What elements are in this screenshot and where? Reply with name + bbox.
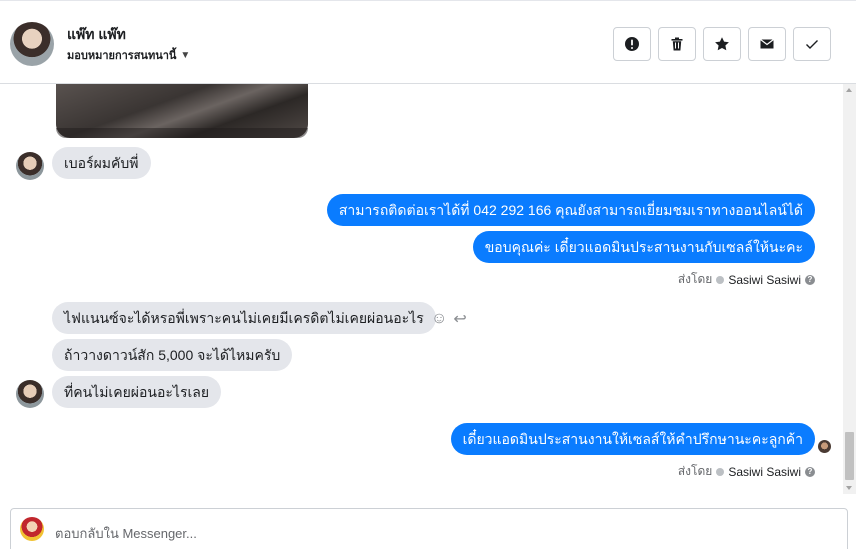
star-button[interactable] [703, 27, 741, 61]
page-badge-icon [716, 275, 725, 284]
message-thread[interactable]: เบอร์ผมคับพี่ สามารถติดต่อเราได้ที่ 042 … [0, 84, 842, 494]
thread-scrollbar[interactable] [843, 84, 856, 494]
reply-icon[interactable]: ↩ [453, 309, 466, 329]
assign-label: มอบหมายการสนทนานี้ [67, 50, 177, 62]
incoming-message[interactable]: ถ้าวางดาวน์สัก 5,000 จะได้ไหมครับ [52, 339, 293, 371]
delete-button[interactable] [658, 27, 696, 61]
contact-avatar[interactable] [10, 22, 54, 66]
check-icon [806, 40, 818, 49]
scrollbar-thumb[interactable] [845, 432, 854, 480]
star-icon [715, 37, 729, 51]
contact-name[interactable]: แพ๊ท แพ๊ท [67, 24, 126, 46]
incoming-message[interactable]: ที่คนไม่เคยผ่อนอะไรเลย [52, 376, 222, 408]
header-actions [613, 27, 831, 61]
report-button[interactable] [613, 27, 651, 61]
help-icon[interactable]: ? [805, 466, 815, 477]
outgoing-message[interactable]: ขอบคุณค่ะ เดี๋ยวแอดมินประสานงานกับเซลล์ใ… [472, 231, 815, 263]
outgoing-message[interactable]: เดี๋ยวแอดมินประสานงานให้เซลส์ให้คำปรึกษา… [450, 423, 815, 455]
reply-input[interactable]: ตอบกลับใน Messenger... [55, 523, 197, 544]
incoming-message[interactable]: ไฟแนนซ์จะได้หรอพี่เพราะคนไม่เคยมีเครดิตไ… [52, 302, 436, 334]
sent-by-name[interactable]: Sasiwi Sasiwi [728, 465, 801, 479]
conversation-header: แพ๊ท แพ๊ท มอบหมายการสนทนานี้ ▼ [0, 0, 856, 84]
sent-by-name[interactable]: Sasiwi Sasiwi [728, 273, 801, 287]
scroll-down-arrow-icon[interactable] [846, 486, 852, 490]
scroll-up-arrow-icon[interactable] [846, 88, 852, 92]
page-avatar [20, 517, 44, 541]
trash-icon [671, 37, 683, 51]
message-tools: ☺ ↩ [431, 309, 467, 329]
smiley-icon[interactable]: ☺ [431, 310, 447, 328]
shared-photo[interactable] [56, 84, 308, 138]
reply-composer[interactable]: ตอบกลับใน Messenger... [10, 508, 848, 549]
seen-avatar-icon [818, 440, 831, 453]
sent-by-label: ส่งโดย [677, 464, 713, 478]
mark-unread-button[interactable] [748, 27, 786, 61]
sender-avatar[interactable] [16, 380, 44, 408]
page-badge-icon [716, 467, 725, 476]
incoming-message[interactable]: เบอร์ผมคับพี่ [52, 147, 151, 179]
help-icon[interactable]: ? [805, 274, 815, 285]
outgoing-message[interactable]: สามารถติดต่อเราได้ที่ 042 292 166 คุณยัง… [326, 194, 815, 226]
sender-avatar[interactable] [16, 152, 44, 180]
exclamation-icon [625, 37, 639, 51]
sent-by-info: ส่งโดย Sasiwi Sasiwi ? [678, 462, 815, 481]
sent-by-info: ส่งโดย Sasiwi Sasiwi ? [678, 270, 815, 289]
caret-down-icon: ▼ [180, 49, 191, 61]
envelope-icon [760, 39, 774, 49]
assign-conversation-dropdown[interactable]: มอบหมายการสนทนานี้ ▼ [67, 46, 190, 64]
done-button[interactable] [793, 27, 831, 61]
sent-by-label: ส่งโดย [677, 272, 713, 286]
